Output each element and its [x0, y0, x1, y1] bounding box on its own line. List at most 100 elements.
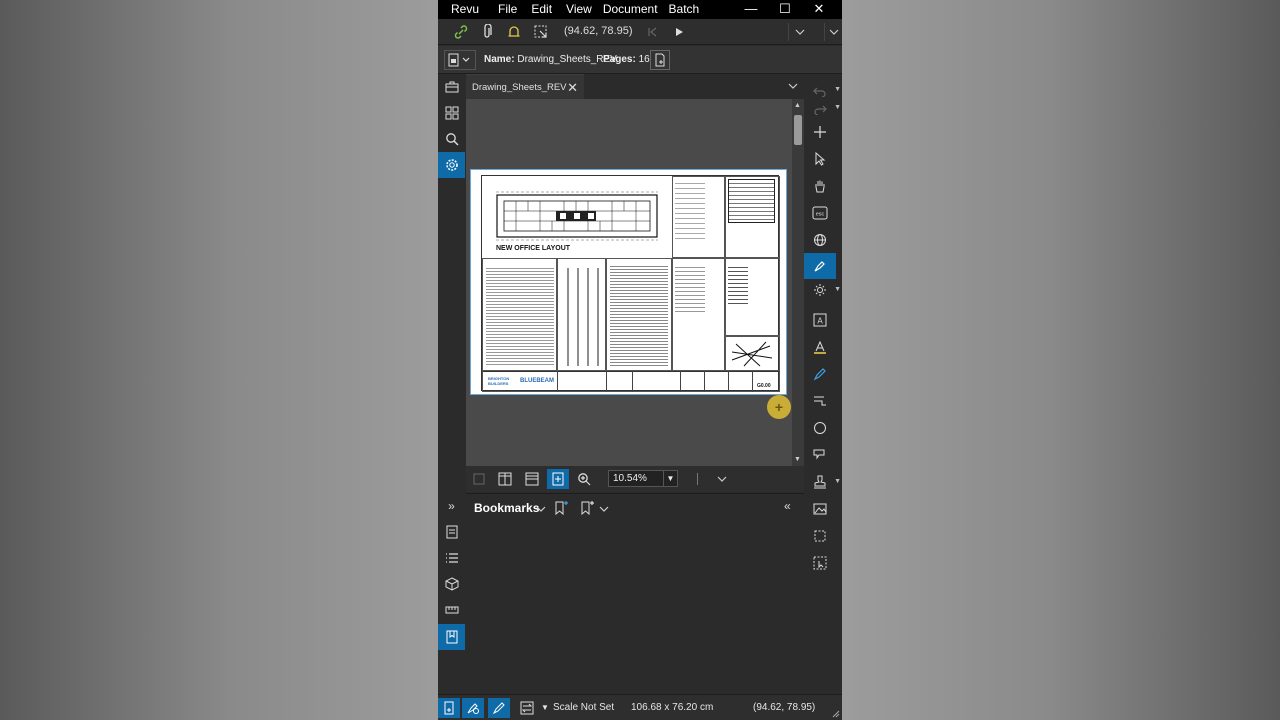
callout-icon[interactable]: [804, 388, 836, 414]
add-bookmark-options-icon[interactable]: [580, 500, 594, 516]
close-window-button[interactable]: ✕: [802, 0, 836, 19]
fit-page-icon[interactable]: [547, 469, 569, 489]
bell-icon[interactable]: [505, 23, 523, 41]
single-view-icon[interactable]: [468, 469, 490, 489]
cloud-callout-icon[interactable]: [804, 442, 836, 468]
drawing-sheet[interactable]: NEW OFFICE LAYOUT BRIGHTON BUILDERS BLUE…: [470, 169, 787, 395]
sheet-number: G0.00: [757, 383, 771, 389]
abbreviations-text: [610, 264, 668, 366]
brightness-icon[interactable]: [804, 277, 836, 303]
resize-grip-icon[interactable]: [832, 710, 840, 718]
text-box-icon[interactable]: A: [804, 307, 836, 333]
floor-plan-drawing: [496, 191, 658, 241]
tab-list-dropdown-icon[interactable]: [788, 82, 798, 90]
menu-document[interactable]: Document: [603, 0, 658, 19]
crop-region-icon[interactable]: [804, 523, 836, 549]
globe-icon[interactable]: [804, 227, 836, 253]
scale-status[interactable]: Scale Not Set: [553, 702, 614, 713]
menu-batch[interactable]: Batch: [669, 0, 700, 19]
split-horizontal-icon[interactable]: [521, 469, 543, 489]
zoom-level-input[interactable]: 10.54% ▼: [608, 470, 678, 487]
3d-model-icon[interactable]: [438, 571, 465, 597]
measurements-ruler-icon[interactable]: [438, 597, 465, 623]
document-type-dropdown[interactable]: [444, 50, 476, 70]
sheet-title: NEW OFFICE LAYOUT: [496, 245, 571, 252]
document-info-bar: Name: Drawing_Sheets_REV Pages: 16: [438, 46, 842, 74]
first-page-icon[interactable]: [643, 23, 661, 41]
pan-hand-icon[interactable]: [804, 173, 836, 199]
search-icon[interactable]: [438, 126, 465, 152]
document-canvas[interactable]: NEW OFFICE LAYOUT BRIGHTON BUILDERS BLUE…: [466, 99, 792, 466]
select-markup-icon[interactable]: [804, 550, 836, 576]
title-divider: [557, 371, 558, 392]
toolbox-icon[interactable]: [438, 74, 465, 100]
bookmarks-panel-icon[interactable]: [438, 624, 465, 650]
tab-label: Drawing_Sheets_REV: [472, 82, 567, 93]
stamp-icon[interactable]: [804, 469, 836, 495]
crosshair-icon[interactable]: [804, 119, 836, 145]
highlight-icon[interactable]: [804, 334, 836, 360]
scrollbar-thumb[interactable]: [794, 115, 802, 145]
location-map: [731, 341, 773, 367]
thumbnails-icon[interactable]: [438, 100, 465, 126]
collapse-panel-icon[interactable]: «: [784, 499, 791, 513]
minimize-button[interactable]: —: [734, 0, 768, 19]
view-toolbar: 10.54% ▼: [466, 466, 804, 492]
brightness-dropdown-icon[interactable]: ▼: [834, 286, 841, 293]
expand-panel-icon[interactable]: »: [438, 493, 465, 519]
tab-drawing-sheets[interactable]: Drawing_Sheets_REV ✕: [466, 74, 584, 99]
split-vertical-icon[interactable]: [494, 469, 516, 489]
bookmarks-title-dropdown-icon[interactable]: [536, 505, 546, 513]
bluebeam-logo: BLUEBEAM: [520, 378, 554, 384]
status-bar: ▼ Scale Not Set 106.68 x 76.20 cm (94.62…: [438, 694, 842, 720]
add-bookmark-dropdown-icon[interactable]: [599, 505, 609, 513]
status-sheet-icon[interactable]: [516, 698, 538, 718]
markups-list-icon[interactable]: [438, 519, 465, 545]
select-region-icon[interactable]: [532, 23, 550, 41]
status-markup-icon[interactable]: [488, 698, 510, 718]
redo-dropdown-icon[interactable]: ▼: [834, 104, 841, 111]
toolbar-separator: [697, 473, 698, 485]
quickbar-overflow-icon[interactable]: [824, 23, 842, 41]
sheet-border: NEW OFFICE LAYOUT BRIGHTON BUILDERS BLUE…: [481, 175, 780, 392]
title-divider: [680, 371, 681, 392]
image-icon[interactable]: [804, 496, 836, 522]
menu-view[interactable]: View: [563, 0, 592, 19]
document-properties-icon[interactable]: [650, 50, 670, 70]
menu-file[interactable]: File: [490, 0, 517, 19]
ellipse-icon[interactable]: [804, 415, 836, 441]
list-icon[interactable]: [438, 545, 465, 571]
title-divider: [752, 371, 753, 392]
menu-revu[interactable]: Revu: [438, 0, 479, 19]
stamp-dropdown-icon[interactable]: ▼: [834, 478, 841, 485]
bookmarks-title[interactable]: Bookmarks: [474, 501, 539, 515]
status-sync-icon[interactable]: [462, 698, 484, 718]
cursor-coordinates: (94.62, 78.95): [564, 25, 633, 37]
paperclip-icon[interactable]: [478, 23, 496, 41]
pen-icon[interactable]: [804, 361, 836, 387]
status-document-icon[interactable]: [438, 698, 460, 718]
pen-tool-icon[interactable]: [804, 253, 836, 279]
zoom-icon[interactable]: [573, 469, 595, 489]
quickbar-dropdown-icon[interactable]: [788, 23, 810, 41]
maximize-button[interactable]: ☐: [768, 0, 802, 19]
right-tools-bar: ▼ ▼ esc ▼ A ▼: [804, 74, 842, 694]
escape-key-icon[interactable]: esc: [804, 200, 836, 226]
page-count: 16: [638, 54, 650, 65]
vertical-scrollbar[interactable]: ▲ ▼: [792, 99, 804, 466]
scale-dropdown-icon[interactable]: ▼: [541, 703, 549, 712]
zoom-dropdown-icon[interactable]: ▼: [663, 471, 677, 486]
select-arrow-icon[interactable]: [804, 146, 836, 172]
menu-edit[interactable]: Edit: [528, 0, 552, 19]
undo-dropdown-icon[interactable]: ▼: [834, 86, 841, 93]
play-icon[interactable]: [670, 23, 688, 41]
builder-logo: BRIGHTON BUILDERS: [488, 376, 510, 386]
settings-gear-icon[interactable]: [438, 152, 465, 178]
zoom-level-value: 10.54%: [613, 473, 647, 484]
title-divider: [704, 371, 705, 392]
tab-close-icon[interactable]: ✕: [567, 80, 578, 96]
status-coordinates: (94.62, 78.95): [753, 702, 816, 713]
view-options-dropdown-icon[interactable]: [711, 469, 733, 489]
add-bookmark-icon[interactable]: [554, 500, 568, 516]
link-icon[interactable]: [452, 23, 470, 41]
